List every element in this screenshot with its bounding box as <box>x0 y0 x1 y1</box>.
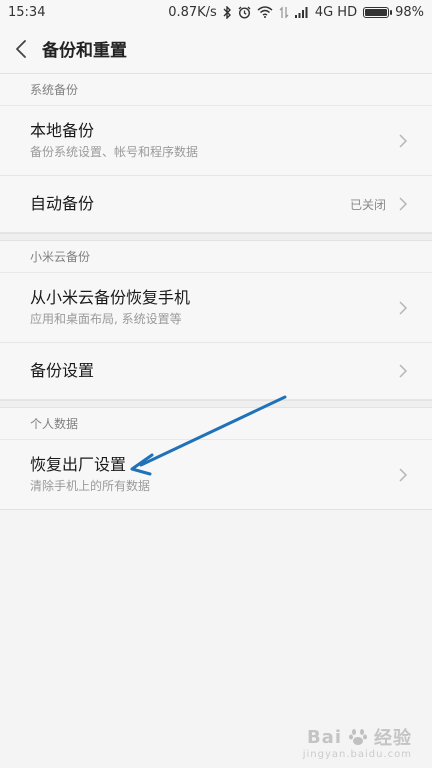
section-divider <box>0 400 432 408</box>
local-backup-item[interactable]: 本地备份 备份系统设置、帐号和程序数据 <box>0 106 432 176</box>
restore-from-mi-cloud-title: 从小米云备份恢复手机 <box>30 288 191 307</box>
backup-settings-item[interactable]: 备份设置 <box>0 343 432 400</box>
status-right-group: 0.87K/s 4G HD 98% <box>168 5 424 20</box>
factory-reset-title: 恢复出厂设置 <box>30 455 127 474</box>
chevron-right-icon <box>398 196 408 212</box>
wifi-icon <box>257 5 273 19</box>
network-speed: 0.87K/s <box>168 4 217 20</box>
local-backup-subtitle: 备份系统设置、帐号和程序数据 <box>30 145 199 159</box>
back-chevron-icon <box>16 39 26 58</box>
restore-from-mi-cloud-text: 从小米云备份恢复手机 应用和桌面布局, 系统设置等 <box>30 287 398 328</box>
section-divider <box>0 233 432 241</box>
status-time: 15:34 <box>8 4 46 20</box>
section-header-mi-cloud-backup: 小米云备份 <box>0 241 432 273</box>
restore-from-mi-cloud-subtitle: 应用和桌面布局, 系统设置等 <box>30 312 182 326</box>
watermark-url: jingyan.baidu.com <box>302 749 412 760</box>
alarm-icon <box>238 5 251 19</box>
page-title: 备份和重置 <box>42 41 127 61</box>
auto-backup-text: 自动备份 <box>30 193 350 215</box>
back-button[interactable] <box>0 24 42 74</box>
local-backup-text: 本地备份 备份系统设置、帐号和程序数据 <box>30 120 398 161</box>
data-transfer-icon <box>279 5 289 19</box>
auto-backup-title: 自动备份 <box>30 194 95 213</box>
chevron-right-icon <box>398 467 408 483</box>
title-bar: 备份和重置 <box>0 24 432 74</box>
local-backup-title: 本地备份 <box>30 121 95 140</box>
factory-reset-subtitle: 清除手机上的所有数据 <box>30 479 151 493</box>
auto-backup-status: 已关闭 <box>349 197 386 212</box>
watermark-brand-suffix: 经验 <box>374 728 412 749</box>
bluetooth-icon <box>223 5 232 19</box>
battery-level <box>365 8 387 16</box>
signal-icon <box>294 5 309 19</box>
factory-reset-text: 恢复出厂设置 清除手机上的所有数据 <box>30 454 398 495</box>
backup-settings-title: 备份设置 <box>30 361 95 380</box>
factory-reset-item[interactable]: 恢复出厂设置 清除手机上的所有数据 <box>0 440 432 510</box>
battery-icon <box>363 6 393 18</box>
chevron-right-icon <box>398 133 408 149</box>
baidu-jingyan-watermark: Bai 经验 jingyan.baidu.com <box>303 724 412 761</box>
backup-settings-text: 备份设置 <box>30 360 398 382</box>
section-header-system-backup: 系统备份 <box>0 74 432 106</box>
chevron-right-icon <box>398 300 408 316</box>
network-type: 4G HD <box>314 4 358 20</box>
section-header-personal-data: 个人数据 <box>0 408 432 440</box>
battery-percent: 98% <box>395 4 424 20</box>
paw-icon <box>349 729 367 745</box>
status-bar: 15:34 0.87K/s 4G HD 98% <box>0 0 432 24</box>
restore-from-mi-cloud-item[interactable]: 从小米云备份恢复手机 应用和桌面布局, 系统设置等 <box>0 273 432 343</box>
chevron-right-icon <box>398 363 408 379</box>
auto-backup-item[interactable]: 自动备份 已关闭 <box>0 176 432 233</box>
watermark-brand: Bai <box>306 726 342 748</box>
